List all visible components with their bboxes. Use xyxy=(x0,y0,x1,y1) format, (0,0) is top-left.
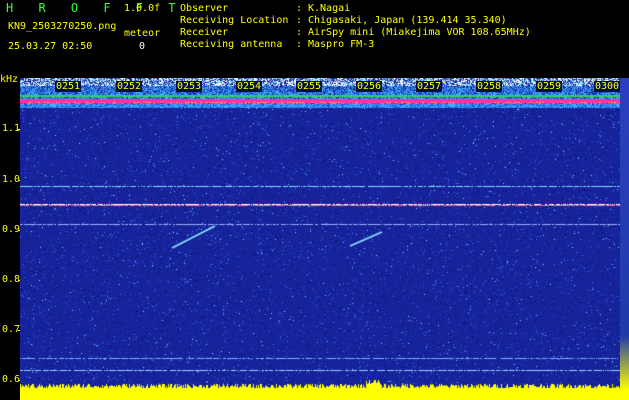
timestamp-label: 25.03.27 02:50 xyxy=(8,41,93,52)
location-value: Chigasaki, Japan (139.414 35.340) xyxy=(308,15,507,26)
time-label: 0255 xyxy=(296,81,323,92)
antenna-value: Maspro FM-3 xyxy=(308,39,375,50)
meteor-count: 0 xyxy=(139,41,146,52)
colon: : xyxy=(296,39,303,50)
colon: : xyxy=(296,27,303,38)
colon: : xyxy=(296,15,303,26)
time-label: 0251 xyxy=(55,81,82,92)
time-label: 0253 xyxy=(176,81,203,92)
time-label: 0300 xyxy=(594,81,621,92)
filename-label: KN9_2503270250.png xyxy=(8,21,117,32)
axis-unit-label: kHz xyxy=(0,74,19,85)
time-label: 0252 xyxy=(116,81,143,92)
receiver-label: Receiver xyxy=(180,27,229,38)
observer-label: Observer xyxy=(180,3,229,14)
time-label: 0258 xyxy=(476,81,503,92)
time-label: 0256 xyxy=(356,81,383,92)
time-label: 0254 xyxy=(236,81,263,92)
observer-value: K.Nagai xyxy=(308,3,351,14)
colon: : xyxy=(296,3,303,14)
meteor-label: meteor xyxy=(124,28,161,39)
time-label: 0259 xyxy=(536,81,563,92)
receiver-value: AirSpy mini (Miakejima VOR 108.65MHz) xyxy=(308,27,531,38)
antenna-label: Receiving antenna xyxy=(180,39,283,50)
intensity-strip xyxy=(620,78,629,400)
spectrogram-canvas xyxy=(20,78,620,400)
time-label: 0257 xyxy=(416,81,443,92)
location-label: Receiving Location xyxy=(180,15,289,26)
version-label: 1.0.0f xyxy=(124,3,161,14)
